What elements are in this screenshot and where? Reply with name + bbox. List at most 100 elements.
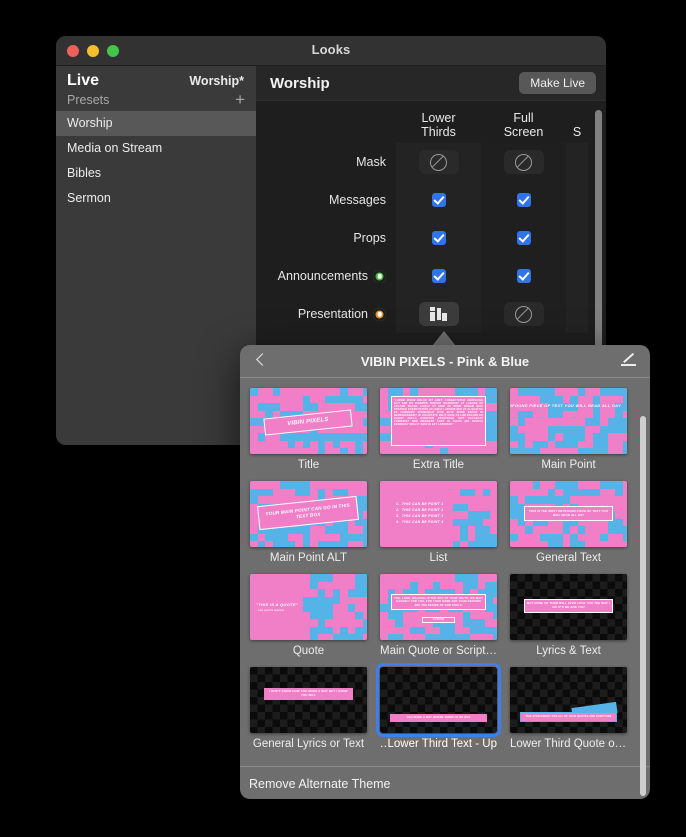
cell-full-screen[interactable]	[481, 219, 566, 257]
checkbox-checked[interactable]	[431, 231, 446, 245]
cell-partial-column[interactable]	[566, 181, 588, 219]
row-label-text: Mask	[356, 155, 386, 169]
no-theme-button[interactable]	[503, 150, 544, 174]
page-title: Worship	[270, 74, 330, 92]
cell-partial-column[interactable]	[566, 219, 588, 257]
detail-header: Worship Make Live	[256, 66, 606, 101]
theme-caption: List	[429, 552, 448, 564]
cell-full-screen[interactable]	[481, 181, 566, 219]
theme-picker-button[interactable]	[418, 302, 459, 326]
checkbox-checked[interactable]	[516, 269, 531, 283]
row-label: Announcements	[256, 269, 396, 283]
theme-tile-lower-third-text[interactable]: YOU MAKE A WAY WHERE THERE IS NO WAY Lowe…	[376, 663, 501, 750]
cell-partial-column[interactable]	[566, 143, 588, 181]
cell-lower-thirds[interactable]	[396, 143, 481, 181]
table-row: Messages	[256, 181, 606, 219]
cell-lower-thirds[interactable]	[396, 219, 481, 257]
popover-footer: Remove Alternate Theme	[240, 766, 650, 799]
no-theme-button[interactable]	[418, 150, 459, 174]
theme-grid: VIBIN PIXELS Title "LOREM IPSUM DOLOR SIT …	[250, 388, 640, 750]
theme-picker-popover: VIBIN PIXELS - Pink & Blue VIBIN PIXELS T…	[240, 345, 650, 799]
row-label-text: Presentation	[297, 307, 368, 321]
sidebar-item-bibles[interactable]: Bibles	[56, 161, 256, 186]
theme-thumbnail: I DON'T KNOW HOW YOU MAKE A WAY BUT I KN…	[250, 667, 367, 733]
theme-caption: Lyrics & Text	[536, 645, 601, 657]
cell-partial-column[interactable]	[566, 257, 588, 295]
theme-tile-main-point-alt[interactable]: YOUR MAIN POINT CAN GO IN THIS TEXT BOX M…	[250, 481, 367, 564]
theme-thumbnail: THIS IS THE MOST PROFOUND PIECE OF TEXT …	[510, 481, 627, 547]
theme-caption: Quote	[292, 645, 325, 657]
theme-thumbnail: THIS ATTACHMENT FOR ALL OF YOUR QUOTES A…	[510, 667, 627, 733]
theme-caption: General Lyrics or Text	[252, 738, 365, 750]
row-label-text: Announcements	[277, 269, 368, 283]
table-row: Presentation	[256, 295, 606, 333]
theme-grid-scroll: VIBIN PIXELS Title "LOREM IPSUM DOLOR SIT …	[240, 378, 650, 796]
theme-tile-main-quote[interactable]: YOU, LORD, WALKING IN THE WAY OF YOUR TR…	[380, 574, 497, 657]
theme-thumbnail: THIS IS THE MOST PROFOUND PIECE OF TEXT …	[510, 388, 627, 454]
cell-lower-thirds[interactable]	[396, 295, 481, 333]
theme-caption: Main Quote or Script…	[380, 645, 497, 657]
column-header-1: Lower Thirds	[396, 111, 481, 143]
cell-full-screen[interactable]	[481, 143, 566, 181]
theme-caption: Title	[297, 459, 320, 471]
theme-tile-title[interactable]: VIBIN PIXELS Title	[250, 388, 367, 471]
theme-tile-extra-title[interactable]: "LOREM IPSUM DOLOR SIT AMET, CONSECTETUR…	[380, 388, 497, 471]
theme-thumbnail: YOU MAKE A WAY WHERE THERE IS NO WAY	[376, 663, 501, 737]
table-row: Mask	[256, 143, 606, 181]
row-label: Presentation	[256, 307, 396, 321]
cell-full-screen[interactable]	[481, 295, 566, 333]
theme-tile-general-lyrics[interactable]: I DON'T KNOW HOW YOU MAKE A WAY BUT I KN…	[250, 667, 367, 750]
checkbox-checked[interactable]	[431, 193, 446, 207]
theme-tile-quote[interactable]: "THIS IS A QUOTE" - THE QUOTE MAKER Quote	[250, 574, 367, 657]
theme-caption: Lower Third Text - Up…	[380, 738, 497, 750]
presets-row: Presets +	[56, 91, 256, 111]
live-value: Worship*	[189, 74, 244, 88]
popover-arrow	[432, 331, 456, 346]
live-row: Live Worship*	[56, 66, 256, 93]
column-header-label: Full Screen	[503, 111, 544, 139]
column-header-3: S	[566, 125, 588, 143]
theme-caption: Extra Title	[412, 459, 465, 471]
window-title: Looks	[311, 42, 351, 57]
table-row: Props	[256, 219, 606, 257]
checkbox-checked[interactable]	[431, 269, 446, 283]
row-label: Props	[256, 231, 396, 245]
checkbox-checked[interactable]	[516, 193, 531, 207]
row-label: Mask	[256, 155, 396, 169]
cell-lower-thirds[interactable]	[396, 181, 481, 219]
popover-scrollbar[interactable]	[640, 416, 646, 796]
presets-label: Presets	[67, 93, 110, 107]
theme-caption: Lower Third Quote or…	[510, 738, 627, 750]
sidebar: Live Worship* Presets + Worship Media on …	[56, 66, 256, 445]
no-theme-button[interactable]	[503, 302, 544, 326]
cell-full-screen[interactable]	[481, 257, 566, 295]
popover-title: VIBIN PIXELS - Pink & Blue	[360, 353, 530, 369]
chevron-left-icon[interactable]	[254, 351, 266, 371]
theme-caption: Main Point	[541, 459, 596, 471]
sidebar-item-worship[interactable]: Worship	[56, 111, 256, 136]
theme-caption: Main Point ALT	[269, 552, 348, 564]
pencil-icon[interactable]	[620, 353, 636, 369]
column-header-label: Lower Thirds	[421, 111, 456, 139]
remove-alternate-theme-button[interactable]: Remove Alternate Theme	[249, 777, 391, 791]
cell-partial-column[interactable]	[566, 295, 588, 333]
checkbox-checked[interactable]	[516, 231, 531, 245]
sidebar-item-sermon[interactable]: Sermon	[56, 186, 256, 211]
cell-lower-thirds[interactable]	[396, 257, 481, 295]
theme-tile-lower-third-quote[interactable]: THIS ATTACHMENT FOR ALL OF YOUR QUOTES A…	[510, 667, 627, 750]
theme-tile-general-text[interactable]: THIS IS THE MOST PROFOUND PIECE OF TEXT …	[510, 481, 627, 564]
make-live-button[interactable]: Make Live	[519, 72, 596, 94]
column-header-label: S	[572, 125, 582, 139]
add-preset-button[interactable]: +	[235, 91, 245, 108]
row-label-text: Messages	[329, 193, 386, 207]
theme-thumbnail: "THIS IS A QUOTE" - THE QUOTE MAKER	[250, 574, 367, 640]
status-target-icon-green[interactable]	[373, 269, 386, 283]
no-entry-icon	[515, 305, 532, 323]
table-header-row: Lower Thirds Full Screen S	[256, 101, 606, 143]
row-label-text: Props	[353, 231, 386, 245]
status-target-icon-orange[interactable]	[373, 307, 386, 321]
sidebar-item-media-on-stream[interactable]: Media on Stream	[56, 136, 256, 161]
theme-tile-list[interactable]: 1. THIS CAN BE POINT 1 2. THIS CAN BE POI…	[380, 481, 497, 564]
theme-tile-lyrics-text[interactable]: BUT NONE OF THEM WILL EVER LOVE YOU THE …	[510, 574, 627, 657]
theme-tile-main-point[interactable]: THIS IS THE MOST PROFOUND PIECE OF TEXT …	[510, 388, 627, 471]
